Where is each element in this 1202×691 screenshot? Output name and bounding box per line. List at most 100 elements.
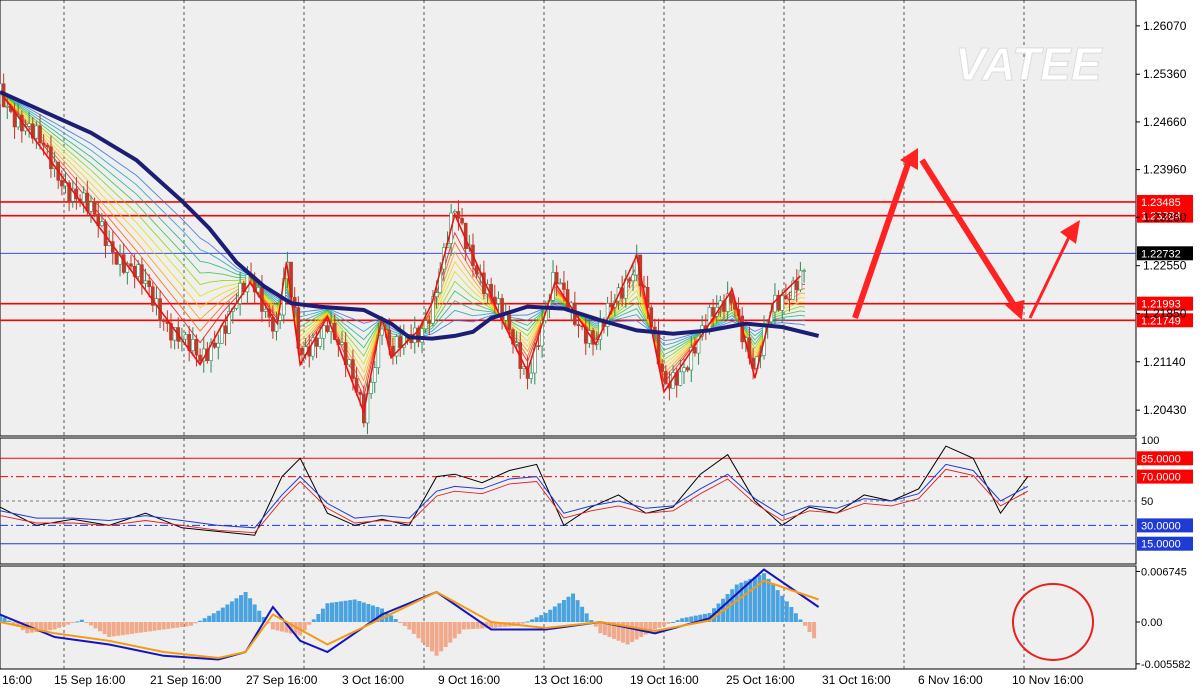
macd-bar [630,622,635,642]
macd-bar [434,622,439,656]
macd-bar [657,622,662,628]
time-axis: 16:00 15 Sep 16:00 21 Sep 16:00 27 Sep 16:0… [2,673,1084,687]
candle-body [802,270,806,272]
macd-bar [70,622,75,623]
candle-body [660,363,664,372]
candle-body [562,282,566,290]
candle-body [798,270,803,291]
macd-bar [521,622,525,624]
macd-bar [802,622,807,626]
macd-bar [252,604,257,622]
y-tick-label: 1.21140 [1143,355,1186,369]
macd-bar [680,618,685,622]
macd-bar [780,595,785,622]
macd-bar [539,615,544,622]
candle-body [198,354,202,362]
candle-body [631,274,635,282]
x-tick-label: 27 Sep 16:00 [246,673,318,687]
macd-bar [311,619,316,622]
candle-body [678,371,683,386]
candle-body [423,320,428,330]
candle-body [529,372,533,379]
macd-bar [771,584,776,622]
candle-body [514,342,519,345]
candle-body [664,371,668,384]
macd-bar [193,622,198,624]
candle-body [27,123,31,127]
macd-bar [448,622,453,643]
macd-bar [84,622,89,623]
candle-body [143,280,148,284]
macd-bar [439,622,444,652]
macd-bar [407,622,412,630]
candle-body [318,337,322,347]
y-tick-label: 1.25360 [1143,67,1187,81]
macd-bar [189,622,194,626]
macd-bar [157,622,162,631]
macd-bar [125,622,130,635]
macd-bar [129,622,134,634]
candle-body [81,192,86,202]
macd-bar [166,622,171,629]
macd-bar [138,622,143,633]
macd-bar [175,622,180,628]
macd-bar [307,622,312,625]
candle-body [121,254,126,273]
macd-bar [684,617,689,622]
candle-body [194,338,199,356]
macd-bar [416,622,421,639]
macd-bar [61,622,66,627]
candle-body [340,342,344,345]
macd-bar [302,622,307,631]
macd-bar [752,577,757,622]
candle-body [780,295,785,311]
candle-body [89,201,93,212]
macd-bar [452,622,457,639]
macd-bar [220,607,225,622]
candle-body [161,320,166,322]
macd-bar [116,622,121,636]
osc-level-label: 70.0000 [1141,472,1181,484]
macd-bar [2,617,7,622]
candle-body [685,367,690,371]
macd-bar [339,601,344,622]
candle-body [223,325,228,334]
macd-bar [443,622,448,647]
x-tick-label: 13 Oct 16:00 [534,673,603,687]
macd-bar [170,622,175,629]
candle-body [773,294,777,313]
macd-bar [466,622,471,630]
macd-bar [48,622,53,631]
macd-bar [784,601,789,622]
x-tick-label: 10 Nov 16:00 [1012,673,1084,687]
macd-bar [320,608,325,622]
y-tick-label: 1.26070 [1143,19,1187,33]
candle-body [38,125,42,144]
macd-bar [352,599,357,622]
macd-bar [470,622,475,629]
macd-bar [52,622,57,630]
candle-body [794,280,799,291]
x-tick-label: 25 Oct 16:00 [726,673,795,687]
macd-bar [734,584,739,622]
macd-bar [198,620,203,622]
macd-bar [239,595,244,622]
candle-body [507,314,512,330]
candle-body [369,381,373,394]
macd-bar [329,602,334,622]
macd-bar [812,622,817,639]
macd-axis: 0.006745 0.00 -0.005582 [1136,566,1191,671]
macd-bar [134,622,139,634]
macd-bar [120,622,125,636]
macd-bar [671,622,676,623]
candle-body [398,336,403,348]
y-tick-label: 1.20430 [1143,403,1187,417]
candle-body [114,252,119,265]
y-tick-label: 1.23960 [1143,163,1187,177]
macd-bar [88,622,93,626]
macd-bar [775,590,780,622]
macd-bar [152,622,157,631]
candle-body [216,342,221,348]
macd-bar [571,593,576,622]
candle-body [183,334,188,340]
